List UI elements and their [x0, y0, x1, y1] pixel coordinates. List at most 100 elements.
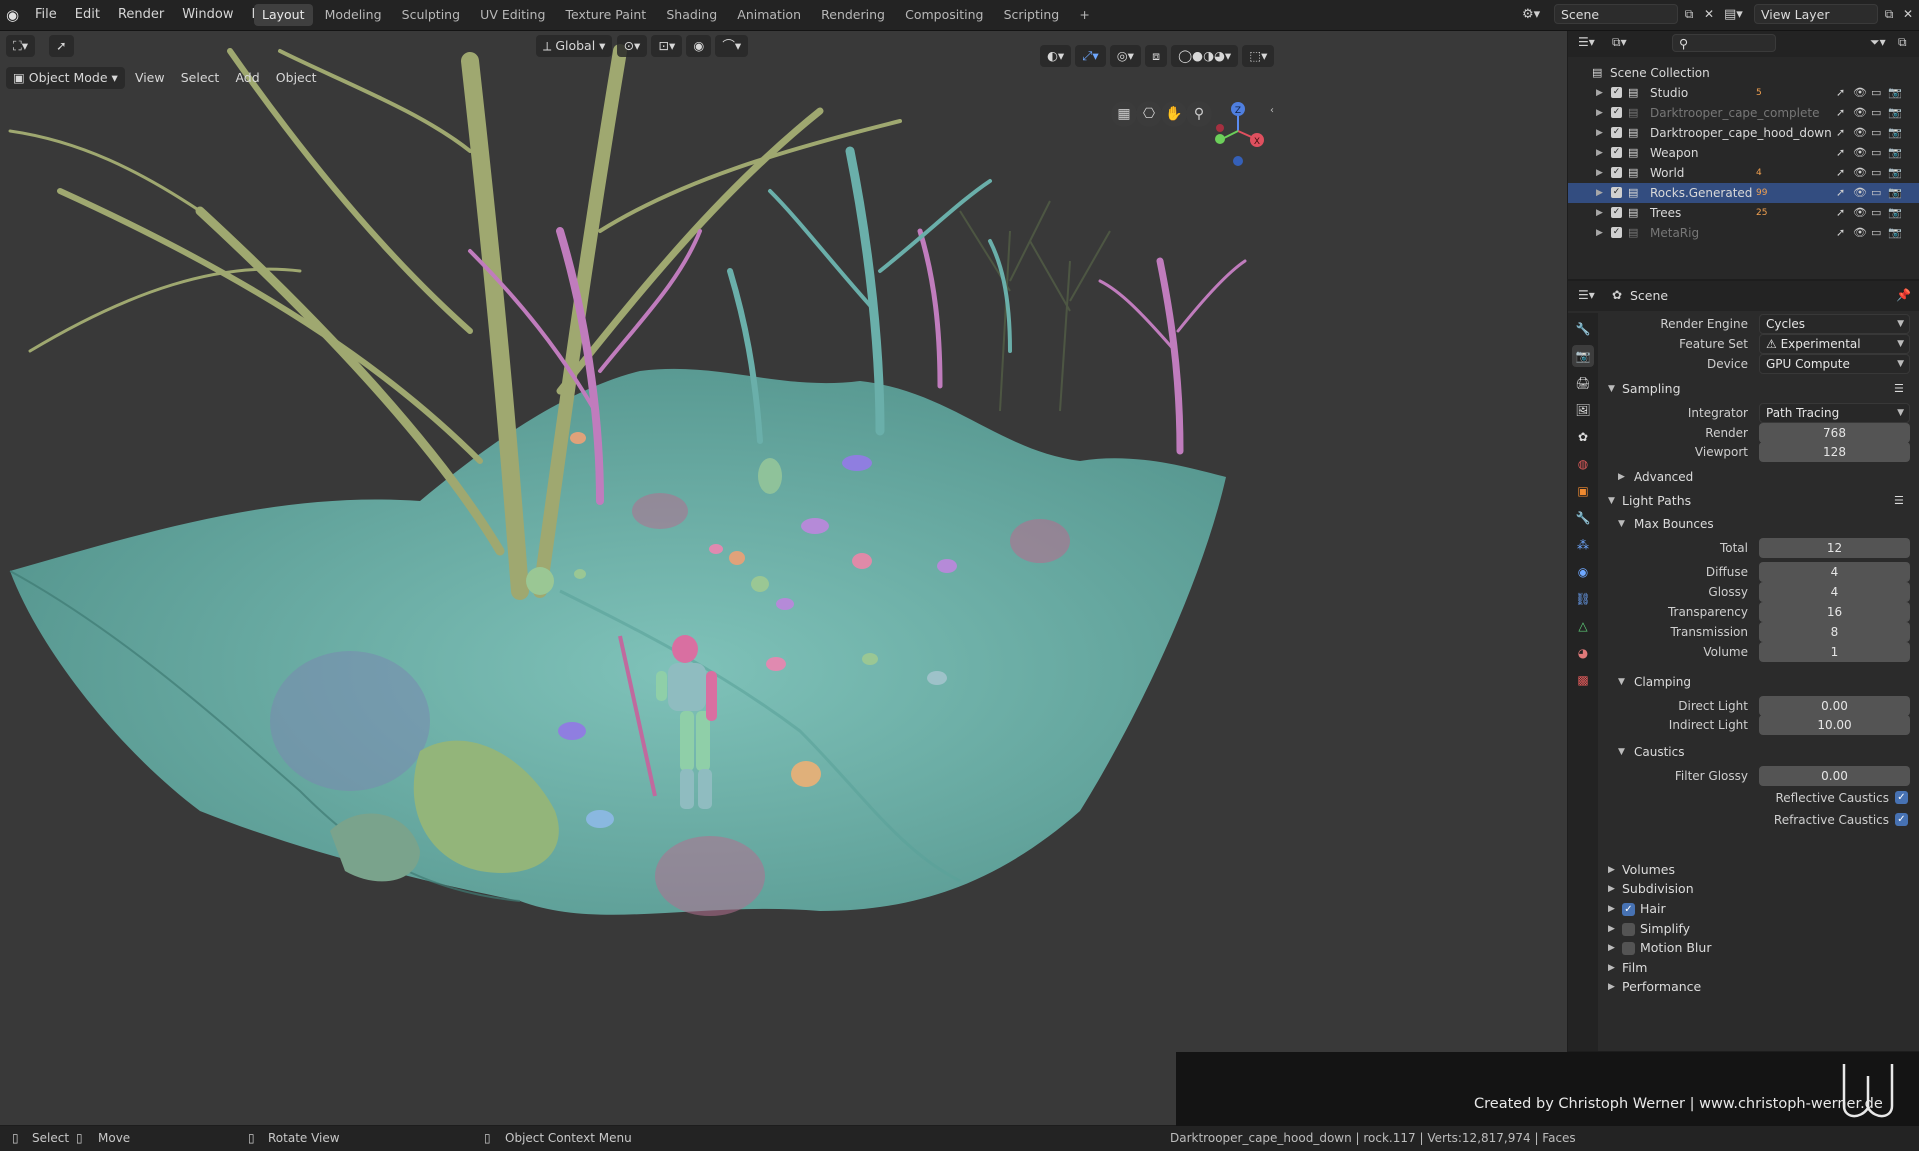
outliner-row[interactable]: ▶ ✓ ▤ Darktrooper_cape_complete ➚ 👁 ▭ 📷	[1568, 103, 1919, 123]
viewport-toggle-icon[interactable]: ▭	[1871, 183, 1881, 203]
light-paths-panel-header[interactable]: ▼ Light Paths ☰	[1598, 490, 1919, 512]
viewport-toggle-icon[interactable]: ▭	[1871, 103, 1881, 123]
physics-tab-icon[interactable]: ◉	[1572, 561, 1594, 583]
select-toggle-icon[interactable]: ➚	[1836, 103, 1845, 123]
scene-browse-icon[interactable]: ⚙▾	[1522, 4, 1548, 26]
navigation-gizmo[interactable]: Z X	[1215, 102, 1264, 166]
tab-modeling[interactable]: Modeling	[317, 4, 390, 26]
pan-hand-icon[interactable]: ✋	[1161, 101, 1187, 127]
render-toggle-icon[interactable]: 📷	[1888, 163, 1902, 183]
select-toggle-icon[interactable]: ➚	[1836, 143, 1845, 163]
render-toggle-icon[interactable]: 📷	[1888, 123, 1902, 143]
exclude-checkbox[interactable]: ✓	[1611, 187, 1622, 198]
viewport-samples-field[interactable]: 128	[1759, 442, 1910, 462]
select-toggle-icon[interactable]: ➚	[1836, 223, 1845, 243]
exclude-checkbox[interactable]: ✓	[1611, 167, 1622, 178]
viewport-toggle-icon[interactable]: ▭	[1871, 163, 1881, 183]
menu-object[interactable]: Object	[270, 67, 323, 89]
camera-view-icon[interactable]: ⎔	[1136, 101, 1162, 127]
blender-logo-icon[interactable]: ◉	[6, 0, 28, 30]
filter-icon[interactable]: ⏷▾	[1870, 35, 1886, 50]
new-scene-icon[interactable]: ⧉	[1680, 4, 1698, 24]
panel-header[interactable]: ▶ ✓ Hair	[1598, 898, 1919, 920]
grid-view-icon[interactable]: ▦	[1111, 101, 1137, 127]
outliner-search-input[interactable]: ⚲	[1672, 34, 1776, 52]
menu-file[interactable]: File	[26, 0, 66, 30]
scene-name-field[interactable]: Scene	[1554, 4, 1678, 24]
exclude-checkbox[interactable]: ✓	[1611, 107, 1622, 118]
select-toggle-icon[interactable]: ➚	[1836, 83, 1845, 103]
material-tab-icon[interactable]: ◕	[1572, 642, 1594, 664]
render-toggle-icon[interactable]: 📷	[1888, 83, 1902, 103]
view-layer-field[interactable]: View Layer	[1754, 4, 1878, 24]
menu-select[interactable]: Select	[175, 67, 226, 89]
visibility-eye-icon[interactable]: 👁	[1853, 143, 1867, 163]
presets-icon[interactable]: ☰	[1894, 378, 1904, 400]
tab-scripting[interactable]: Scripting	[996, 4, 1068, 26]
pivot-icon[interactable]: ⊙▾	[616, 35, 648, 57]
panel-header[interactable]: ▶ Subdivision	[1598, 878, 1919, 900]
outliner-scene-collection[interactable]: ▤ Scene Collection	[1568, 63, 1919, 83]
new-view-layer-icon[interactable]: ⧉	[1880, 4, 1898, 24]
caustics-subpanel[interactable]: ▼ Caustics	[1598, 741, 1919, 763]
data-tab-icon[interactable]: △	[1572, 615, 1594, 637]
select-toggle-icon[interactable]: ➚	[1836, 163, 1845, 183]
menu-render[interactable]: Render	[109, 0, 173, 30]
expand-arrow-icon[interactable]: ▶	[1596, 103, 1603, 123]
render-toggle-icon[interactable]: 📷	[1888, 203, 1902, 223]
tab-sculpting[interactable]: Sculpting	[394, 4, 468, 26]
panel-enable-checkbox[interactable]	[1622, 923, 1635, 936]
filter-glossy-field[interactable]: 0.00	[1759, 766, 1910, 786]
new-collection-icon[interactable]: ⧉	[1898, 35, 1907, 50]
outliner-row[interactable]: ▶ ✓ ▤ Weapon ➚ 👁 ▭ 📷	[1568, 143, 1919, 163]
exclude-checkbox[interactable]: ✓	[1611, 207, 1622, 218]
select-toggle-icon[interactable]: ➚	[1836, 203, 1845, 223]
refractive-caustics-checkbox[interactable]: ✓	[1895, 813, 1908, 826]
feature-set-dropdown[interactable]: ⚠ Experimental ▼	[1759, 334, 1910, 354]
panel-enable-checkbox[interactable]: ✓	[1622, 903, 1635, 916]
panel-header[interactable]: ▶ Performance	[1598, 976, 1919, 998]
viewport-toggle-icon[interactable]: ▭	[1871, 143, 1881, 163]
diffuse-field[interactable]: 4	[1759, 562, 1910, 582]
volume-field[interactable]: 1	[1759, 642, 1910, 662]
particles-tab-icon[interactable]: ⁂	[1572, 534, 1594, 556]
tab-compositing[interactable]: Compositing	[897, 4, 991, 26]
viewport-toggle-icon[interactable]: ▭	[1871, 203, 1881, 223]
total-field[interactable]: 12	[1759, 538, 1910, 558]
outliner-editor-icon[interactable]: ☰▾	[1578, 35, 1595, 49]
render-tab-icon[interactable]: 📷	[1572, 345, 1594, 367]
collapse-sidebar-icon[interactable]: ‹	[1270, 105, 1274, 116]
sampling-panel-header[interactable]: ▼ Sampling ☰	[1598, 378, 1919, 400]
delete-view-layer-icon[interactable]: ✕	[1899, 4, 1917, 24]
gizmo-toggle-icon[interactable]: ⤢▾	[1075, 45, 1106, 67]
render-samples-field[interactable]: 768	[1759, 423, 1910, 443]
advanced-subpanel[interactable]: ▶ Advanced	[1598, 466, 1919, 488]
expand-arrow-icon[interactable]: ▶	[1596, 83, 1603, 103]
output-tab-icon[interactable]: 🖨	[1572, 372, 1594, 394]
visibility-eye-icon[interactable]: 👁	[1853, 103, 1867, 123]
select-toggle-icon[interactable]: ➚	[1836, 183, 1845, 203]
direct-light-field[interactable]: 0.00	[1759, 696, 1910, 716]
properties-editor-icon[interactable]: ☰▾	[1578, 288, 1595, 302]
pin-icon[interactable]: 📌	[1896, 288, 1911, 302]
render-engine-dropdown[interactable]: Cycles ▼	[1759, 314, 1910, 334]
exclude-checkbox[interactable]: ✓	[1611, 127, 1622, 138]
visibility-eye-icon[interactable]: 👁	[1853, 223, 1867, 243]
delete-scene-icon[interactable]: ✕	[1700, 4, 1718, 24]
visibility-eye-icon[interactable]: 👁	[1853, 203, 1867, 223]
tab-texture-paint[interactable]: Texture Paint	[558, 4, 655, 26]
overlay-icon[interactable]: ◎▾	[1109, 45, 1141, 67]
editor-type-button[interactable]: ⛶▾	[6, 35, 36, 57]
proportional-edit-icon[interactable]: ◉	[686, 35, 712, 57]
expand-arrow-icon[interactable]: ▶	[1596, 203, 1603, 223]
expand-arrow-icon[interactable]: ▶	[1596, 163, 1603, 183]
viewport-toggle-icon[interactable]: ▭	[1871, 83, 1881, 103]
render-toggle-icon[interactable]: 📷	[1888, 143, 1902, 163]
tool-settings-icon[interactable]: ➚	[49, 35, 74, 57]
outliner-row[interactable]: ▶ ✓ ▤ MetaRig ➚ 👁 ▭ 📷	[1568, 223, 1919, 243]
menu-window[interactable]: Window	[173, 0, 242, 30]
viewport-toggle-icon[interactable]: ▭	[1871, 223, 1881, 243]
visibility-eye-icon[interactable]: 👁	[1853, 183, 1867, 203]
device-dropdown[interactable]: GPU Compute ▼	[1759, 354, 1910, 374]
transform-orientation-dropdown[interactable]: ⟂ Global ▾	[536, 35, 613, 57]
